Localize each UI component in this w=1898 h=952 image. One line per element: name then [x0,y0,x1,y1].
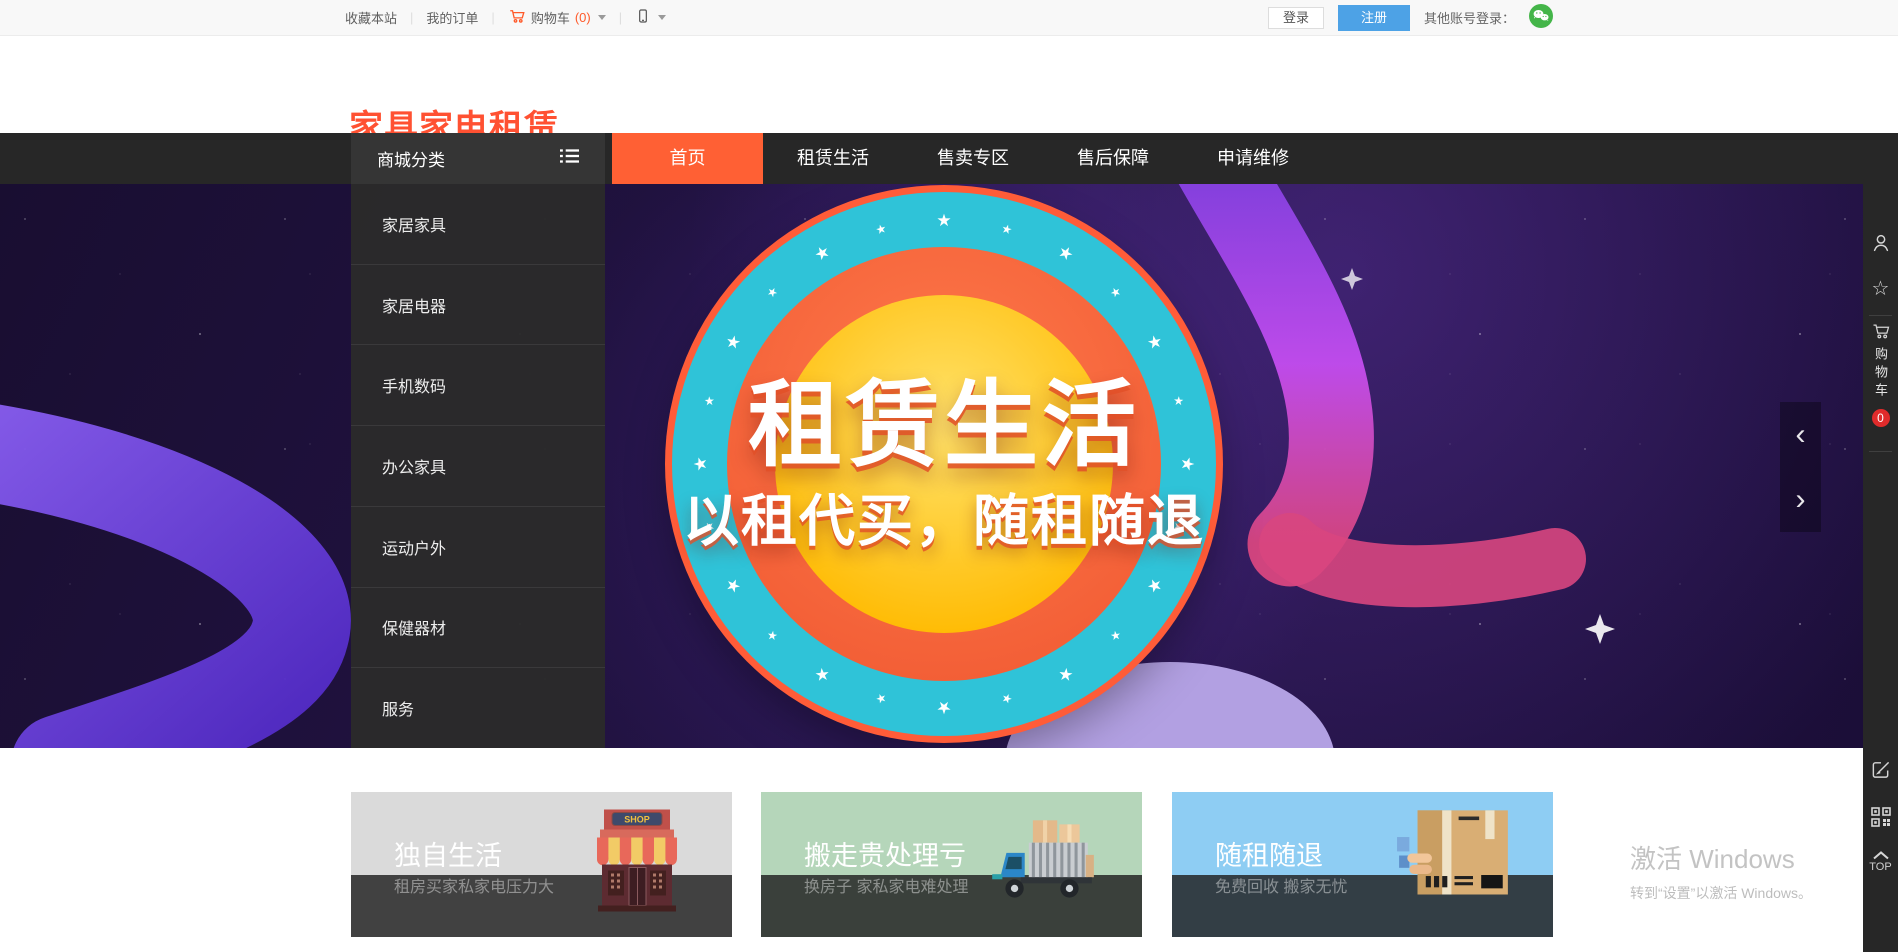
divider [1869,451,1892,452]
sidebar-item-health-equipment[interactable]: 保健器材 [351,588,605,669]
sidebar-item-home-furniture[interactable]: 家居家具 [351,184,605,265]
card-subtitle: 租房买家私家电压力大 [394,873,554,897]
cart-count: (0) [575,10,591,25]
sidebar-item-office-furniture[interactable]: 办公家具 [351,426,605,507]
separator: | [619,10,622,25]
promo-card-live-alone[interactable]: 独自生活 租房买家私家电压力大 SHOP [351,792,732,937]
divider [1869,315,1892,316]
feedback-edit-icon[interactable] [1870,759,1891,785]
cart-label: 购物车 [531,8,570,27]
card-title: 搬走贵处理亏 [804,834,966,873]
svg-text:SHOP: SHOP [624,815,650,825]
category-sidebar: 家居家具 家居电器 手机数码 办公家具 运动户外 保健器材 服务 [351,184,605,748]
my-orders-link[interactable]: 我的订单 [426,8,478,27]
mobile-version-link[interactable] [635,7,666,28]
carousel-prev-button[interactable]: ‹ [1780,402,1821,467]
right-side-toolbar: ☆ 购物车 0 TOP [1863,133,1898,952]
separator: | [491,10,494,25]
windows-activation-watermark: 激活 Windows 转到“设置”以激活 Windows。 [1630,839,1812,903]
promo-card-rent-return[interactable]: 随租随退 免费回收 搬家无忧 [1172,792,1553,937]
banner-title: 租赁生活 [748,349,1140,485]
nav-menu: 首页 租赁生活 售卖专区 售后保障 申请维修 [612,133,1323,184]
top-utility-bar: 收藏本站 | 我的订单 | 购物车 (0) | 登录 注册 其他账号 [0,0,1898,36]
card-subtitle: 免费回收 搬家无忧 [1215,873,1347,897]
sidebar-item-sports-outdoor[interactable]: 运动户外 [351,507,605,588]
qr-code-icon[interactable] [1871,807,1891,832]
promo-card-moving-cost[interactable]: 搬走贵处理亏 换房子 家私家电难处理 [761,792,1142,937]
site-header: 家具家电租赁 [0,36,1898,133]
hero-banner: ★★★★★★★★★★★★★★★★★★★★★★★★ 租赁生活 以租代买，随租随退 … [0,184,1863,748]
carousel-next-button[interactable]: › [1780,467,1821,532]
separator: | [410,10,413,25]
toolbar-cart-badge: 0 [1872,409,1890,427]
favorite-site-link[interactable]: 收藏本站 [345,8,397,27]
back-to-top-button[interactable]: TOP [1869,861,1891,873]
nav-item-home[interactable]: 首页 [612,133,763,184]
sidebar-item-mobile-digital[interactable]: 手机数码 [351,345,605,426]
chevron-down-icon [658,15,666,20]
hamburger-list-icon [560,148,579,169]
box-illustration [1395,806,1513,904]
mall-category-header[interactable]: 商城分类 [351,133,605,184]
topbar-right-group: 登录 注册 其他账号登录： [1268,0,1553,35]
banner-subtitle: 以租代买，随租随退 [683,477,1205,558]
nav-item-aftersale[interactable]: 售后保障 [1043,133,1183,184]
toolbar-cart-icon[interactable] [1871,321,1891,346]
nav-item-repair[interactable]: 申请维修 [1183,133,1323,184]
cart-icon [508,7,526,28]
card-title: 独自生活 [394,834,502,873]
toolbar-cart-label[interactable]: 购物车 [1871,347,1890,401]
other-login-label: 其他账号登录： [1424,8,1515,27]
register-button[interactable]: 注册 [1338,5,1410,31]
nav-item-sale-zone[interactable]: 售卖专区 [903,133,1043,184]
card-title: 随租随退 [1215,834,1323,873]
watermark-line1: 激活 Windows [1630,839,1812,876]
wechat-login-icon[interactable] [1529,4,1553,31]
main-navbar: 商城分类 首页 租赁生活 售卖专区 售后保障 申请维修 [0,133,1863,184]
shop-illustration: SHOP [582,804,692,916]
account-icon[interactable] [1870,232,1892,259]
chevron-down-icon [598,15,606,20]
mobile-icon [635,7,651,28]
sidebar-item-services[interactable]: 服务 [351,668,605,748]
login-button[interactable]: 登录 [1268,7,1324,29]
watermark-line2: 转到“设置”以激活 Windows。 [1630,883,1812,903]
card-subtitle: 换房子 家私家电难处理 [804,873,968,897]
category-title: 商城分类 [377,146,445,171]
cart-link[interactable]: 购物车 (0) [508,7,606,28]
nav-item-rental-life[interactable]: 租赁生活 [763,133,903,184]
truck-illustration [980,816,1102,908]
topbar-left-group: 收藏本站 | 我的订单 | 购物车 (0) | [345,0,666,35]
sidebar-item-home-appliances[interactable]: 家居电器 [351,265,605,346]
favorites-star-icon[interactable]: ☆ [1872,279,1890,299]
